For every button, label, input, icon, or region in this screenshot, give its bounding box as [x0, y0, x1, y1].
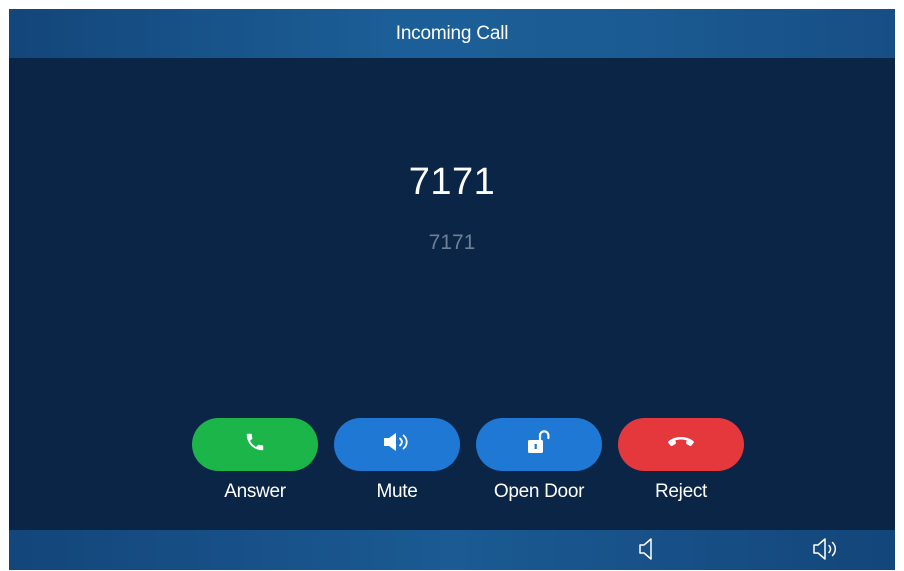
- volume-down-icon: [637, 537, 657, 566]
- volume-down-button[interactable]: [633, 537, 661, 566]
- hangup-icon: [666, 434, 696, 455]
- answer-label: Answer: [224, 481, 286, 502]
- incoming-call-screen: Incoming Call 7171 7171 Answer Mute Open…: [9, 9, 895, 570]
- reject-button[interactable]: [618, 418, 744, 471]
- volume-up-button[interactable]: [810, 537, 844, 566]
- mute-button[interactable]: [334, 418, 460, 471]
- mute-label: Mute: [376, 481, 418, 502]
- bottom-bar: [9, 530, 895, 570]
- answer-button[interactable]: [192, 418, 318, 471]
- mute-action: Mute: [334, 418, 460, 503]
- open-door-button[interactable]: [476, 418, 602, 471]
- title-bar: Incoming Call: [9, 9, 895, 58]
- answer-action: Answer: [192, 418, 318, 503]
- reject-label: Reject: [654, 481, 708, 502]
- speaker-icon: [382, 431, 412, 458]
- volume-up-icon: [811, 537, 843, 566]
- open-door-action: Open Door: [476, 418, 602, 503]
- reject-action: Reject: [618, 418, 744, 503]
- open-door-label: Open Door: [493, 481, 585, 502]
- caller-subtitle: 7171: [428, 231, 476, 254]
- phone-icon: [244, 431, 266, 458]
- page-title: Incoming Call: [395, 22, 509, 44]
- unlock-icon: [526, 428, 552, 461]
- caller-number: 7171: [408, 161, 496, 203]
